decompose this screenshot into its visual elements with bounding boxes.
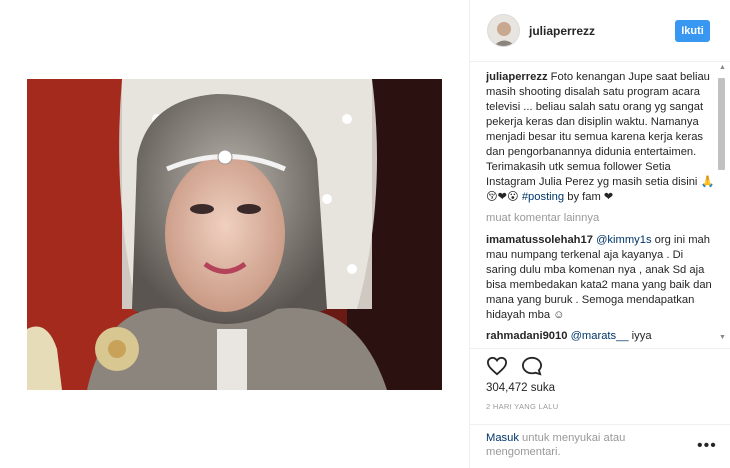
comment-text: iyya	[628, 330, 652, 342]
scroll-down-arrow-icon[interactable]: ▼	[719, 334, 726, 341]
caption-end: by fam ❤	[564, 191, 614, 203]
avatar-image	[488, 15, 519, 46]
more-options-icon[interactable]: •••	[697, 437, 717, 455]
comment-mention[interactable]: @marats__	[571, 330, 629, 342]
photo-pane	[0, 0, 469, 468]
post-header: juliaperrezz Ikuti	[470, 0, 730, 62]
caption: juliaperrezz Foto kenangan Jupe saat bel…	[486, 70, 716, 205]
scroll-up-arrow-icon[interactable]: ▲	[719, 64, 726, 71]
caption-text: Foto kenangan Jupe saat beliau masih sho…	[486, 71, 715, 203]
login-link[interactable]: Masuk	[486, 432, 519, 444]
caption-username[interactable]: juliaperrezz	[486, 71, 548, 83]
comment-mention[interactable]: @kimmy1s	[596, 234, 651, 246]
post-footer: Masuk untuk menyukai atau mengomentari. …	[470, 424, 730, 468]
load-more-comments[interactable]: muat komentar lainnya	[486, 211, 716, 226]
scroll-thumb[interactable]	[718, 78, 725, 170]
comment-icon[interactable]	[521, 356, 543, 376]
comment-username[interactable]: rahmadani9010	[486, 330, 567, 342]
comment-item: rahmadani9010 @marats__ iyya	[486, 329, 716, 344]
heart-icon[interactable]	[486, 356, 508, 376]
post-timestamp[interactable]: 2 HARI YANG LALU	[486, 402, 558, 411]
caption-hashtag[interactable]: #posting	[522, 191, 564, 203]
comments-scrollbar[interactable]: ▲ ▼	[716, 64, 727, 345]
post-actions: 304,472 suka 2 HARI YANG LALU	[470, 348, 730, 411]
like-count[interactable]: 304,472 suka	[486, 382, 555, 394]
photo-illustration	[27, 79, 442, 390]
post-photo[interactable]	[27, 79, 442, 390]
comments-list: juliaperrezz Foto kenangan Jupe saat bel…	[486, 70, 716, 346]
avatar[interactable]	[487, 14, 520, 47]
follow-button[interactable]: Ikuti	[675, 20, 710, 42]
username[interactable]: juliaperrezz	[529, 24, 595, 38]
comment-text: org ini mah mau numpang terkenal aja kay…	[486, 234, 712, 321]
comment-username[interactable]: imamatussolehah17	[486, 234, 593, 246]
comment-item: imamatussolehah17 @kimmy1s org ini mah m…	[486, 233, 716, 323]
post-sidebar: juliaperrezz Ikuti juliaperrezz Foto ken…	[469, 0, 730, 468]
login-prompt: Masuk untuk menyukai atau mengomentari.	[486, 431, 686, 459]
